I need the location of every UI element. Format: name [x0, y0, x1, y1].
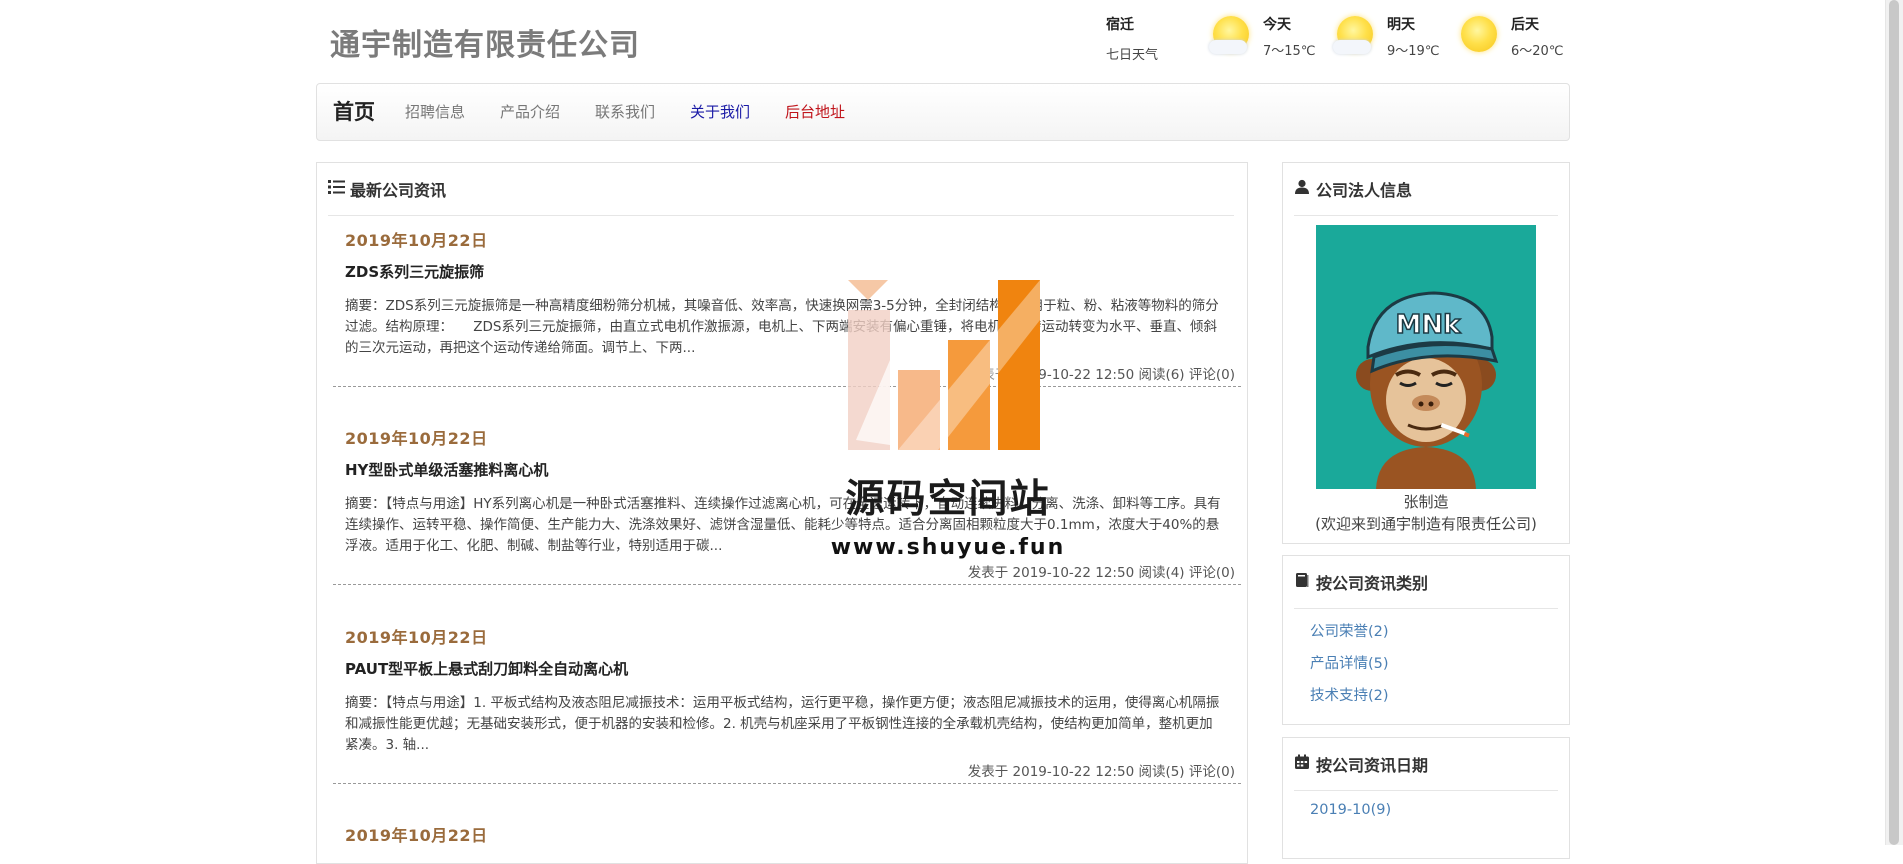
article-item: 2019年10月22日 HY型卧式单级活塞推料离心机 摘要：【特点与用途】HY系…: [333, 425, 1241, 585]
article-summary: 摘要：ZDS系列三元旋振筛是一种高精度细粉筛分机械，其噪音低、效率高，快速换网需…: [345, 298, 1219, 356]
nav-jobs[interactable]: 招聘信息: [405, 84, 465, 140]
article-meta: 发表于 2019-10-22 12:50 阅读(4) 评论(0): [967, 565, 1235, 581]
article-meta: 发表于 2019-10-22 12:50 阅读(5) 评论(0): [967, 764, 1235, 780]
avatar: MNk: [1316, 225, 1536, 489]
legal-person-header: 公司法人信息: [1294, 179, 1558, 216]
category-link-support[interactable]: 技术支持(2): [1310, 684, 1389, 705]
category-link-honor[interactable]: 公司荣誉(2): [1310, 620, 1389, 641]
nav-about[interactable]: 关于我们: [690, 84, 750, 140]
article-item: 2019年10月22日 ZDS系列三元旋振筛 摘要：ZDS系列三元旋振筛是一种高…: [333, 227, 1241, 387]
weather-day-after: 后天 6～20℃: [1461, 14, 1581, 64]
news-panel-title: 最新公司资讯: [350, 181, 447, 200]
weather-location: 宿迁 七日天气: [1106, 14, 1186, 63]
article-summary: 摘要：【特点与用途】HY系列离心机是一种卧式活塞推料、连续操作过滤离心机，可在全…: [345, 496, 1221, 554]
weather-day-today: 今天 7～15℃: [1209, 14, 1333, 64]
article-date: 2019年10月22日: [345, 826, 488, 845]
category-header: 按公司资讯类别: [1294, 572, 1558, 609]
legal-person-panel: 公司法人信息 MNk 张制造 (欢迎来到通宇制造有限责任公司): [1282, 162, 1570, 544]
nav-admin[interactable]: 后台地址: [785, 84, 845, 140]
book-icon: [1296, 573, 1309, 587]
legal-person-welcome: (欢迎来到通宇制造有限责任公司): [1315, 515, 1537, 533]
watermark-logo: 源码空间站 www.shuyue.fun: [828, 280, 1068, 570]
watermark-url: www.shuyue.fun: [830, 535, 1066, 560]
nav-products[interactable]: 产品介绍: [500, 84, 560, 140]
article-date: 2019年10月22日: [345, 429, 488, 448]
site-title[interactable]: 通宇制造有限责任公司: [330, 20, 640, 64]
nav-contact[interactable]: 联系我们: [595, 84, 655, 140]
article-title[interactable]: PAUT型平板上悬式刮刀卸料全自动离心机: [345, 658, 1235, 679]
date-archive-link[interactable]: 2019-10(9): [1310, 802, 1391, 818]
category-link-products[interactable]: 产品详情(5): [1310, 652, 1389, 673]
sun-icon: [1461, 16, 1497, 52]
main-nav: 首页 招聘信息 产品介绍 联系我们 关于我们 后台地址: [316, 83, 1570, 141]
article-item: 2019年10月22日: [345, 822, 1235, 846]
watermark-bars-icon: [848, 280, 1040, 450]
article-meta: 发表于 2019-10-22 12:50 阅读(6) 评论(0): [967, 367, 1235, 383]
category-title: 按公司资讯类别: [1316, 574, 1429, 593]
scrollbar-thumb[interactable]: [1889, 0, 1899, 845]
date-archive-header: 按公司资讯日期: [1294, 754, 1558, 791]
article-divider: [333, 783, 1241, 784]
list-icon: [328, 180, 345, 194]
legal-person-title: 公司法人信息: [1316, 181, 1413, 200]
weather-day-tomorrow: 明天 9～19℃: [1333, 14, 1457, 64]
article-title[interactable]: ZDS系列三元旋振筛: [345, 261, 1235, 282]
calendar-icon: [1295, 754, 1309, 769]
article-date: 2019年10月22日: [345, 231, 488, 250]
watermark-title: 源码空间站: [845, 477, 1051, 522]
article-item: 2019年10月22日 PAUT型平板上悬式刮刀卸料全自动离心机 摘要：【特点与…: [333, 624, 1241, 784]
article-divider: [333, 584, 1241, 585]
svg-text:MNk: MNk: [1396, 310, 1462, 340]
date-archive-title: 按公司资讯日期: [1316, 756, 1429, 775]
news-panel: 最新公司资讯 2019年10月22日 ZDS系列三元旋振筛 摘要：ZDS系列三元…: [316, 162, 1248, 864]
date-archive-panel: 按公司资讯日期 2019-10(9): [1282, 737, 1570, 859]
category-panel: 按公司资讯类别 公司荣誉(2) 产品详情(5) 技术支持(2): [1282, 555, 1570, 725]
nav-home[interactable]: 首页: [333, 84, 375, 140]
article-divider: [333, 386, 1241, 387]
monkey-avatar-image: MNk: [1356, 291, 1499, 489]
article-summary: 摘要：【特点与用途】1. 平板式结构及液态阻尼减振技术：运用平板式结构，运行更平…: [345, 695, 1220, 753]
weather-city: 宿迁: [1106, 17, 1134, 33]
page-scrollbar[interactable]: [1885, 0, 1903, 845]
legal-person-name: 张制造: [1403, 493, 1449, 511]
article-title[interactable]: HY型卧式单级活塞推料离心机: [345, 459, 1235, 480]
weather-label: 七日天气: [1106, 48, 1159, 63]
news-panel-header: 最新公司资讯: [328, 179, 1234, 216]
article-date: 2019年10月22日: [345, 628, 488, 647]
user-icon: [1295, 179, 1309, 194]
